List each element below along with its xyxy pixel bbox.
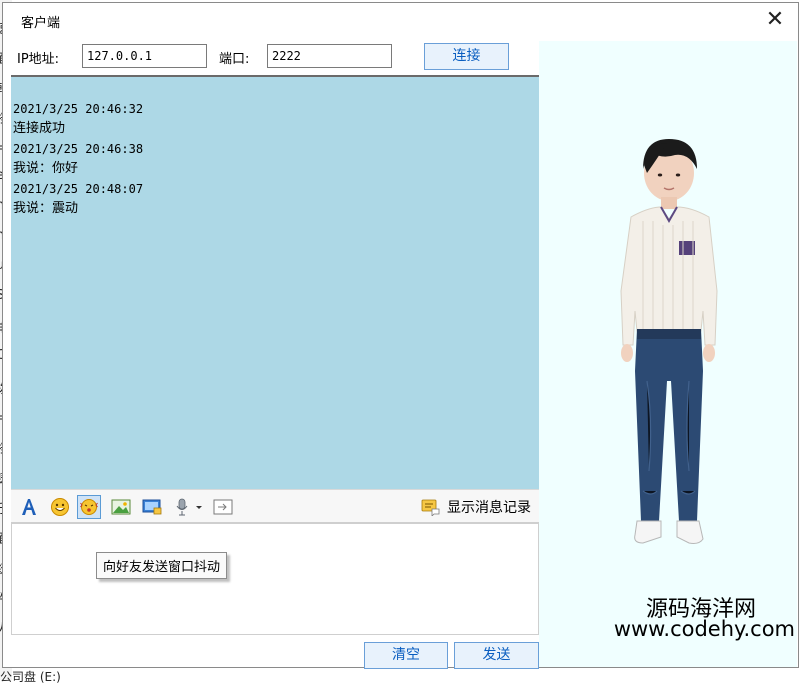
avatar-figure (620, 139, 718, 544)
message-timestamp: 2021/3/25 20:48:07 (13, 182, 144, 196)
ip-label: IP地址: (17, 52, 60, 67)
screenshot-button[interactable] (140, 495, 164, 519)
screenshot-icon (142, 499, 162, 515)
history-icon (421, 499, 440, 516)
chat-history[interactable]: 2021/3/25 20:46:32 连接成功 2021/3/25 20:46:38… (11, 75, 539, 489)
emoji-icon (51, 498, 69, 516)
shake-tooltip: 向好友发送窗口抖动 (96, 552, 228, 579)
show-history-button[interactable]: 显示消息记录 (421, 496, 531, 518)
connect-button[interactable]: 连接 (424, 43, 509, 70)
avatar-panel (539, 41, 797, 667)
title-bar: 客户端 ✕ (3, 3, 798, 37)
client-window: 客户端 ✕ IP地址: 端口: 连接 2021/3/25 20:46:32 连接成… (2, 2, 799, 669)
taskbar-drive-label: 公司盘 (E:) (0, 670, 61, 684)
close-icon: ✕ (765, 7, 785, 32)
ip-input[interactable] (82, 44, 207, 68)
font-button[interactable] (17, 495, 41, 519)
font-icon (22, 499, 36, 515)
close-button[interactable]: ✕ (760, 5, 790, 35)
image-button[interactable] (109, 495, 133, 519)
client-area: IP地址: 端口: 连接 2021/3/25 20:46:32连接成功2021/… (3, 37, 798, 669)
port-label: 端口: (219, 52, 250, 67)
more-button[interactable] (211, 495, 235, 519)
message-text: 我说：你好 (13, 161, 79, 176)
voice-icon (176, 498, 202, 516)
input-toolbar: 显示消息记录 (11, 489, 539, 523)
window-title: 客户端 (21, 16, 61, 31)
send-button[interactable]: 发送 (454, 642, 539, 669)
port-input[interactable] (267, 44, 392, 68)
shake-button[interactable] (77, 495, 101, 519)
emoji-button[interactable] (48, 495, 72, 519)
watermark-url: www.codehy.com (613, 617, 795, 641)
image-icon (111, 499, 131, 515)
show-history-label: 显示消息记录 (447, 500, 531, 516)
shake-icon (80, 499, 98, 515)
more-icon (213, 499, 233, 515)
message-timestamp: 2021/3/25 20:46:38 (13, 142, 144, 156)
clear-button[interactable]: 清空 (364, 642, 448, 669)
message-input[interactable]: 向好友发送窗口抖动 (11, 523, 539, 635)
voice-button[interactable] (171, 495, 205, 519)
message-text: 我说：震动 (13, 201, 79, 216)
message-timestamp: 2021/3/25 20:46:32 (13, 102, 144, 116)
message-text: 连接成功 (13, 121, 66, 136)
